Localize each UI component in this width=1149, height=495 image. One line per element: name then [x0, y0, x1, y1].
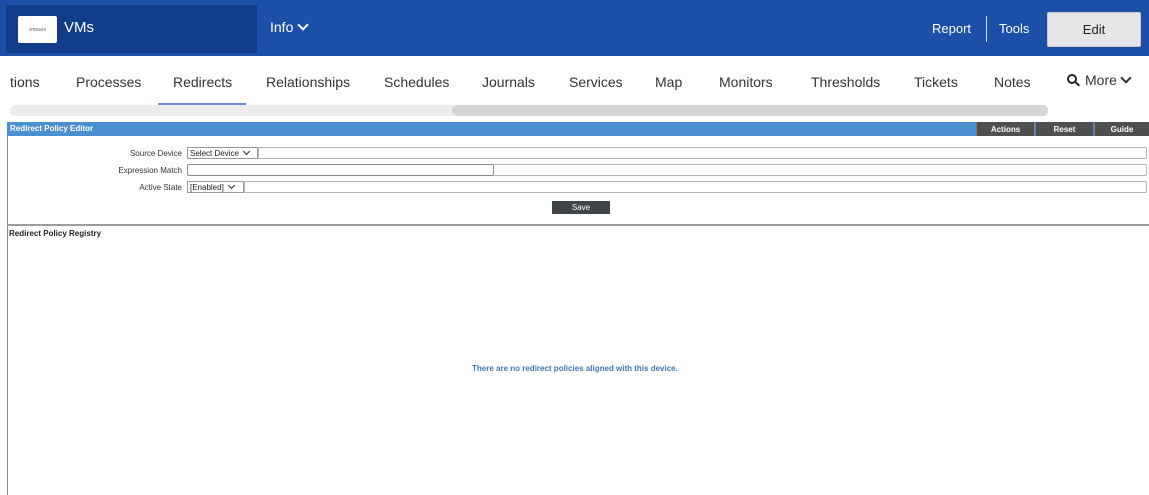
- active-state-value: [Enabled]: [190, 182, 224, 192]
- expression-match-label: Expression Match: [118, 166, 182, 175]
- editor-title: Redirect Policy Editor: [10, 124, 94, 133]
- search-icon: [1067, 73, 1080, 87]
- reset-button[interactable]: Reset: [1035, 122, 1093, 136]
- report-link[interactable]: Report: [932, 21, 971, 36]
- tab-tickets[interactable]: Tickets: [914, 74, 958, 90]
- divider: [986, 16, 987, 42]
- more-tabs-button[interactable]: More: [1067, 72, 1132, 88]
- active-state-select[interactable]: [Enabled]: [187, 181, 244, 193]
- tab-actions[interactable]: tions: [10, 74, 40, 90]
- guide-button[interactable]: Guide: [1094, 122, 1149, 136]
- info-menu-label: Info: [270, 19, 294, 35]
- empty-state-message: There are no redirect policies aligned w…: [472, 364, 678, 373]
- actions-button[interactable]: Actions: [976, 122, 1034, 136]
- vmware-logo: vmware: [18, 16, 57, 43]
- tab-scrollbar-thumb[interactable]: [452, 105, 1048, 116]
- source-device-label: Source Device: [129, 149, 182, 158]
- tab-bar: tions Processes Redirects Relationships …: [0, 56, 1149, 106]
- tab-journals[interactable]: Journals: [482, 74, 535, 90]
- edit-button[interactable]: Edit: [1047, 12, 1141, 47]
- save-button[interactable]: Save: [552, 201, 610, 214]
- tab-relationships[interactable]: Relationships: [266, 74, 350, 90]
- more-label: More: [1085, 72, 1117, 88]
- panel-border: [7, 122, 8, 495]
- chevron-down-icon: [227, 181, 235, 190]
- expression-match-row: [493, 164, 1147, 176]
- top-bar: vmware VMs Info Report Tools Edit: [0, 0, 1149, 56]
- tab-services[interactable]: Services: [569, 74, 623, 90]
- tools-link[interactable]: Tools: [999, 21, 1029, 36]
- active-state-label: Active State: [139, 183, 182, 192]
- tab-redirects[interactable]: Redirects: [173, 74, 232, 90]
- tab-map[interactable]: Map: [655, 74, 682, 90]
- tab-notes[interactable]: Notes: [994, 74, 1031, 90]
- info-menu[interactable]: Info: [270, 19, 310, 35]
- tab-schedules[interactable]: Schedules: [384, 74, 449, 90]
- tab-processes[interactable]: Processes: [76, 74, 141, 90]
- source-device-select[interactable]: Select Device: [187, 147, 258, 159]
- source-device-value: Select Device: [190, 148, 239, 158]
- app-title: VMs: [64, 19, 94, 36]
- registry-title: Redirect Policy Registry: [9, 229, 102, 238]
- chevron-down-icon: [242, 147, 250, 156]
- expression-match-input[interactable]: [187, 164, 494, 176]
- section-divider: [7, 224, 1149, 226]
- source-device-row: [258, 147, 1147, 159]
- editor-header: Redirect Policy Editor Actions Reset Gui…: [7, 122, 1149, 136]
- app-header: vmware VMs: [6, 5, 257, 53]
- active-state-row: [244, 181, 1147, 193]
- chevron-down-icon: [297, 19, 310, 31]
- tab-thresholds[interactable]: Thresholds: [811, 74, 880, 90]
- tab-monitors[interactable]: Monitors: [719, 74, 773, 90]
- chevron-down-icon: [1120, 72, 1132, 84]
